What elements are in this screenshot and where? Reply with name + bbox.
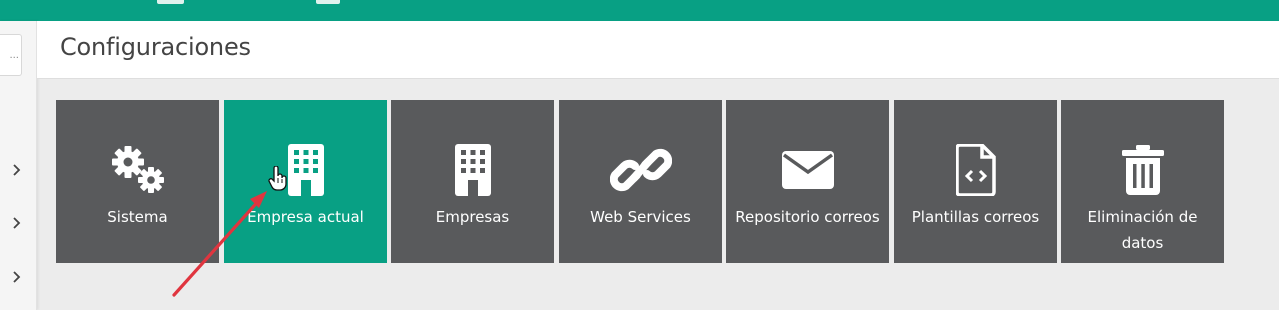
tile-label: Empresas xyxy=(435,208,510,226)
tile-label: Plantillas correos xyxy=(911,208,1040,226)
page-title: Configuraciones xyxy=(60,33,251,61)
tile-label: Repositorio correos xyxy=(735,208,880,226)
page-header: Configuraciones xyxy=(37,21,1279,79)
sidebar-search-input[interactable]: ... xyxy=(0,34,22,76)
envelope-icon xyxy=(781,151,834,189)
gears-icon xyxy=(111,146,164,193)
building-icon xyxy=(287,144,324,196)
code-file-icon xyxy=(955,144,996,196)
tile-label: Web Services xyxy=(590,208,691,226)
hand-cursor-icon xyxy=(268,166,287,191)
topbar-icon[interactable] xyxy=(316,0,340,4)
tile-repositorio-correos[interactable]: Repositorio correos xyxy=(726,100,889,263)
chevron-right-icon[interactable] xyxy=(10,164,22,176)
tile-label: Sistema xyxy=(107,208,168,226)
top-bar xyxy=(0,0,1279,21)
trash-icon xyxy=(1121,145,1164,195)
tile-label: Empresa actual xyxy=(247,208,364,226)
tile-empresas[interactable]: Empresas xyxy=(391,100,554,263)
tile-label: Eliminación de datos xyxy=(1087,208,1198,252)
chevron-right-icon[interactable] xyxy=(10,271,22,283)
tile-web-services[interactable]: Web Services xyxy=(559,100,722,263)
chevron-right-icon[interactable] xyxy=(10,217,22,229)
tile-empresa-actual[interactable]: Empresa actual xyxy=(224,100,387,263)
link-icon xyxy=(609,148,672,192)
tile-eliminacion-de-datos[interactable]: Eliminación de datos xyxy=(1061,100,1224,263)
sidebar: ... xyxy=(0,21,37,310)
tile-sistema[interactable]: Sistema xyxy=(56,100,219,263)
topbar-icon[interactable] xyxy=(157,0,184,4)
building-icon xyxy=(454,144,491,196)
tile-plantillas-correos[interactable]: Plantillas correos xyxy=(894,100,1057,263)
